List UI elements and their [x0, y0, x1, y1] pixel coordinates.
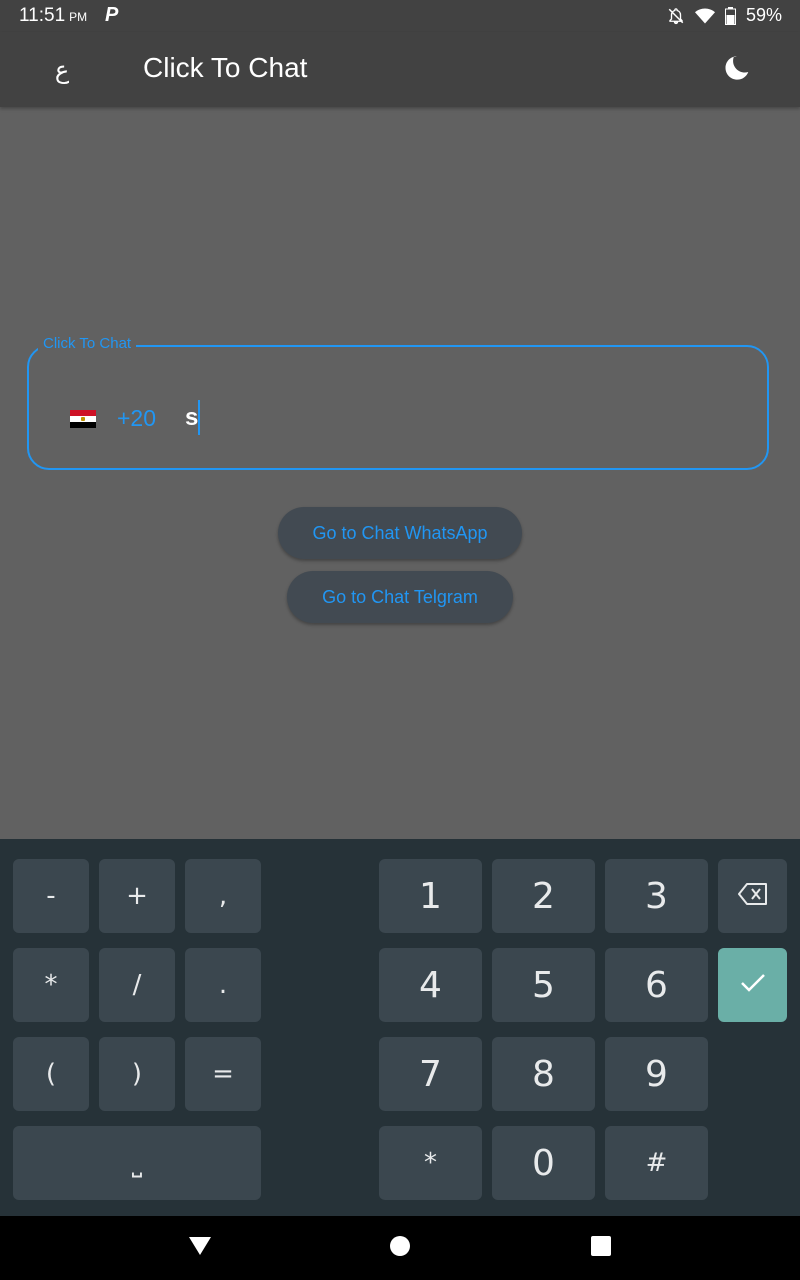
app-bar: ع Click To Chat: [0, 32, 800, 107]
key-1[interactable]: 1: [379, 859, 482, 933]
key-7[interactable]: 7: [379, 1037, 482, 1111]
go-to-whatsapp-button[interactable]: Go to Chat WhatsApp: [278, 507, 522, 559]
backspace-icon: [737, 883, 768, 909]
status-icons: 59%: [667, 5, 782, 26]
wifi-icon: [694, 8, 715, 24]
backspace-key[interactable]: [718, 859, 787, 933]
key-slash[interactable]: /: [99, 948, 175, 1022]
navigation-bar: [0, 1216, 800, 1280]
moon-icon: [722, 54, 750, 87]
key-close-paren[interactable]: ): [99, 1037, 175, 1111]
key-star[interactable]: *: [379, 1126, 482, 1200]
key-period[interactable]: .: [185, 948, 261, 1022]
text-cursor: [198, 400, 200, 435]
key-minus[interactable]: -: [13, 859, 89, 933]
numeric-keyboard: - + , * / . ( ) = ⎵ 1 2 3 4 5 6 7 8 9 * …: [0, 839, 800, 1216]
home-circle-icon: [389, 1235, 411, 1262]
battery-icon: [724, 6, 736, 25]
status-bar: 11:51 PM P 59%: [0, 0, 800, 32]
status-time-text: 11:51: [19, 5, 66, 26]
theme-toggle-button[interactable]: [716, 50, 756, 90]
recents-square-icon: [591, 1235, 611, 1261]
key-asterisk[interactable]: *: [13, 948, 89, 1022]
go-to-telegram-button[interactable]: Go to Chat Telgram: [287, 571, 513, 623]
check-icon: [740, 973, 766, 997]
key-9[interactable]: 9: [605, 1037, 708, 1111]
key-5[interactable]: 5: [492, 948, 595, 1022]
status-ampm: PM: [69, 10, 88, 24]
notification-app-icon: P: [105, 4, 119, 26]
recents-button[interactable]: [589, 1235, 613, 1261]
key-2[interactable]: 2: [492, 859, 595, 933]
phone-input[interactable]: s: [185, 404, 198, 432]
key-plus[interactable]: +: [99, 859, 175, 933]
back-button[interactable]: [188, 1236, 212, 1260]
back-triangle-icon: [188, 1235, 212, 1262]
egypt-flag-icon[interactable]: [70, 410, 96, 428]
status-time: 11:51 PM: [19, 5, 87, 27]
key-0[interactable]: 0: [492, 1126, 595, 1200]
key-8[interactable]: 8: [492, 1037, 595, 1111]
space-key[interactable]: ⎵: [13, 1126, 261, 1200]
key-6[interactable]: 6: [605, 948, 708, 1022]
key-open-paren[interactable]: (: [13, 1037, 89, 1111]
home-button[interactable]: [388, 1235, 412, 1262]
field-label: Click To Chat: [38, 335, 137, 352]
country-dial-code[interactable]: +20: [117, 405, 156, 432]
key-hash[interactable]: #: [605, 1126, 708, 1200]
key-4[interactable]: 4: [379, 948, 482, 1022]
page-title: Click To Chat: [143, 52, 308, 83]
key-equals[interactable]: =: [185, 1037, 261, 1111]
language-toggle-button[interactable]: ع: [42, 50, 82, 90]
notifications-off-icon: [667, 7, 685, 25]
battery-percent: 59%: [745, 5, 782, 25]
enter-key[interactable]: [718, 948, 787, 1022]
key-comma[interactable]: ,: [185, 859, 261, 933]
key-3[interactable]: 3: [605, 859, 708, 933]
